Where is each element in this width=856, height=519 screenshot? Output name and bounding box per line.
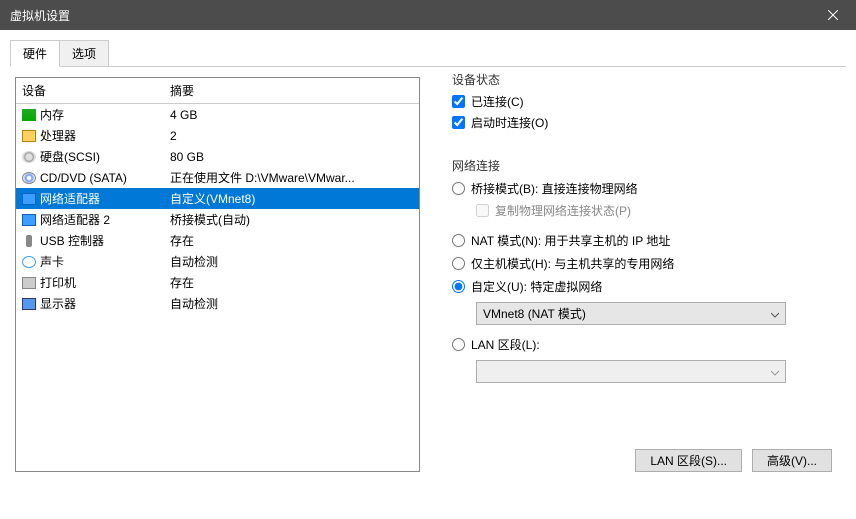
device-state-legend: 设备状态: [448, 71, 504, 88]
network-icon: [22, 214, 40, 226]
device-summary: 自定义(VMnet8): [170, 190, 413, 207]
network-connection-legend: 网络连接: [448, 157, 504, 174]
hostonly-radio[interactable]: 仅主机模式(H): 与主机共享的专用网络: [452, 252, 829, 275]
table-row[interactable]: 网络适配器自定义(VMnet8): [16, 188, 419, 209]
connected-label: 已连接(C): [471, 93, 524, 110]
bridged-input[interactable]: [452, 182, 465, 195]
device-summary: 4 GB: [170, 108, 413, 122]
device-summary: 存在: [170, 274, 413, 291]
replicate-checkbox: 复制物理网络连接状态(P): [476, 200, 829, 221]
table-row[interactable]: 网络适配器 2桥接模式(自动): [16, 209, 419, 230]
device-name: 硬盘(SCSI): [40, 148, 170, 165]
table-row[interactable]: CD/DVD (SATA)正在使用文件 D:\VMware\VMwar...: [16, 167, 419, 188]
device-summary: 存在: [170, 232, 413, 249]
usb-icon: [22, 235, 40, 247]
advanced-button[interactable]: 高级(V)...: [752, 449, 832, 472]
custom-network-value: VMnet8 (NAT 模式): [483, 307, 586, 321]
cd-icon: [22, 172, 40, 184]
device-name: 网络适配器 2: [40, 211, 170, 228]
nat-label: NAT 模式(N): 用于共享主机的 IP 地址: [471, 232, 670, 249]
bridged-radio[interactable]: 桥接模式(B): 直接连接物理网络: [452, 177, 829, 200]
tab-bar: 硬件 选项: [0, 30, 856, 67]
network-connection-group: 网络连接 桥接模式(B): 直接连接物理网络 复制物理网络连接状态(P) NAT…: [440, 165, 841, 397]
detail-pane: 设备状态 已连接(C) 启动时连接(O) 网络连接 桥接模式(B): 直接连接物…: [440, 77, 841, 472]
lan-segment-select: [476, 360, 786, 383]
list-header: 设备 摘要: [16, 78, 419, 103]
custom-radio[interactable]: 自定义(U): 特定虚拟网络: [452, 275, 829, 298]
device-name: 打印机: [40, 274, 170, 291]
device-summary: 自动检测: [170, 253, 413, 270]
tab-hardware[interactable]: 硬件: [10, 40, 60, 67]
cpu-icon: [22, 130, 40, 142]
list-body: 内存4 GB处理器2硬盘(SCSI)80 GBCD/DVD (SATA)正在使用…: [16, 104, 419, 314]
sound-icon: [22, 256, 40, 268]
table-row[interactable]: USB 控制器存在: [16, 230, 419, 251]
table-row[interactable]: 声卡自动检测: [16, 251, 419, 272]
table-row[interactable]: 内存4 GB: [16, 104, 419, 125]
connect-on-poweron-label: 启动时连接(O): [471, 114, 548, 131]
replicate-label: 复制物理网络连接状态(P): [495, 202, 631, 219]
nat-radio[interactable]: NAT 模式(N): 用于共享主机的 IP 地址: [452, 229, 829, 252]
device-name: CD/DVD (SATA): [40, 171, 170, 185]
lan-segments-button[interactable]: LAN 区段(S)...: [635, 449, 742, 472]
titlebar: 虚拟机设置: [0, 0, 856, 30]
custom-input[interactable]: [452, 280, 465, 293]
chevron-down-icon: [771, 366, 779, 380]
col-device: 设备: [22, 82, 170, 99]
table-row[interactable]: 显示器自动检测: [16, 293, 419, 314]
table-row[interactable]: 打印机存在: [16, 272, 419, 293]
device-name: USB 控制器: [40, 232, 170, 249]
chevron-down-icon: [771, 308, 779, 322]
device-name: 处理器: [40, 127, 170, 144]
hostonly-label: 仅主机模式(H): 与主机共享的专用网络: [471, 255, 674, 272]
device-summary: 2: [170, 129, 413, 143]
close-button[interactable]: [810, 0, 856, 30]
content-area: 设备 摘要 内存4 GB处理器2硬盘(SCSI)80 GBCD/DVD (SAT…: [0, 67, 856, 482]
device-summary: 自动检测: [170, 295, 413, 312]
button-row: LAN 区段(S)... 高级(V)...: [440, 449, 841, 472]
bridged-label: 桥接模式(B): 直接连接物理网络: [471, 180, 638, 197]
nat-input[interactable]: [452, 234, 465, 247]
device-name: 显示器: [40, 295, 170, 312]
custom-label: 自定义(U): 特定虚拟网络: [471, 278, 602, 295]
device-name: 声卡: [40, 253, 170, 270]
monitor-icon: [22, 298, 40, 310]
connected-input[interactable]: [452, 95, 465, 108]
device-state-group: 设备状态 已连接(C) 启动时连接(O): [440, 79, 841, 147]
device-summary: 桥接模式(自动): [170, 211, 413, 228]
table-row[interactable]: 硬盘(SCSI)80 GB: [16, 146, 419, 167]
connected-checkbox[interactable]: 已连接(C): [452, 91, 829, 112]
device-list: 设备 摘要 内存4 GB处理器2硬盘(SCSI)80 GBCD/DVD (SAT…: [15, 77, 420, 472]
hostonly-input[interactable]: [452, 257, 465, 270]
device-summary: 80 GB: [170, 150, 413, 164]
close-icon: [828, 10, 838, 20]
tab-options[interactable]: 选项: [59, 40, 109, 67]
memory-icon: [22, 109, 40, 121]
lan-segment-input[interactable]: [452, 338, 465, 351]
custom-network-select[interactable]: VMnet8 (NAT 模式): [476, 302, 786, 325]
replicate-input: [476, 204, 489, 217]
device-name: 网络适配器: [40, 190, 170, 207]
lan-segment-radio[interactable]: LAN 区段(L):: [452, 333, 829, 356]
connect-on-poweron-checkbox[interactable]: 启动时连接(O): [452, 112, 829, 133]
printer-icon: [22, 277, 40, 289]
table-row[interactable]: 处理器2: [16, 125, 419, 146]
connect-on-poweron-input[interactable]: [452, 116, 465, 129]
col-summary: 摘要: [170, 82, 413, 99]
lan-segment-label: LAN 区段(L):: [471, 336, 540, 353]
device-summary: 正在使用文件 D:\VMware\VMwar...: [170, 169, 413, 186]
network-icon: [22, 193, 40, 205]
disk-icon: [22, 151, 40, 163]
device-name: 内存: [40, 106, 170, 123]
window-title: 虚拟机设置: [10, 7, 810, 24]
